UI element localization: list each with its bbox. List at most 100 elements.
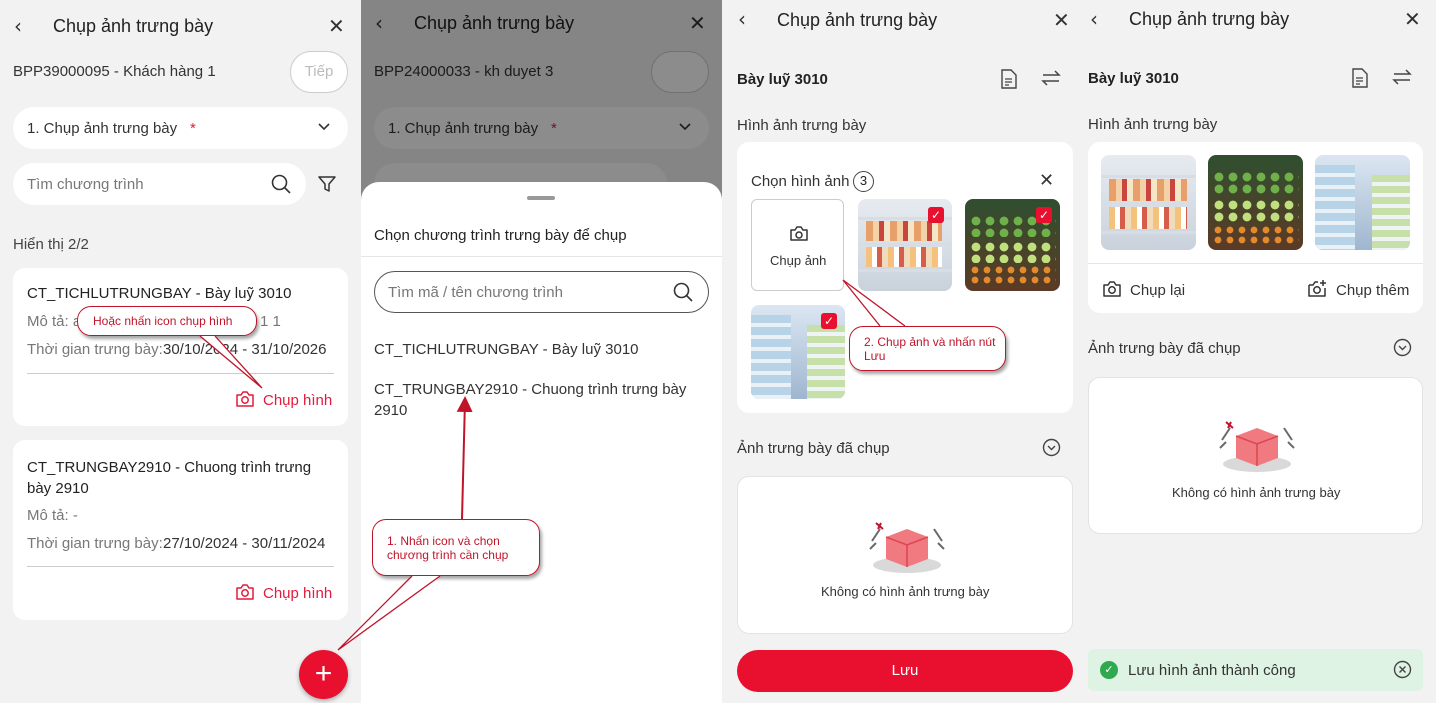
program-card[interactable]: CT_TICHLUTRUNGBAY - Bày luỹ 3010 Mô tả: …	[13, 268, 348, 426]
annotation-text: Hoặc nhấn icon chụp hình	[93, 314, 233, 328]
empty-box-icon	[869, 522, 945, 573]
next-button[interactable]: Tiếp	[290, 51, 348, 93]
annotation-bubble: 2. Chụp ảnh và nhấn nút Lưu	[849, 326, 1006, 371]
program-option[interactable]: CT_TRUNGBAY2910 - Chuong trình trưng bày…	[374, 379, 694, 421]
annotation-bubble: 1. Nhấn icon và chọn chương trình cần ch…	[372, 519, 540, 576]
screen-save-success: ‹ Chụp ảnh trưng bày ✕ Bày luỹ 3010 Hình…	[1074, 0, 1436, 703]
divider	[27, 566, 334, 567]
program-search-placeholder: Tìm mã / tên chương trình	[388, 284, 563, 301]
program-description: Mô tả: a	[27, 313, 82, 330]
screen-capture-photos: ‹ Chụp ảnh trưng bày ✕ Bày luỹ 3010 Hình…	[722, 0, 1084, 703]
screen-choose-program: ‹ Chụp ảnh trưng bày ✕ BPP24000033 - kh …	[361, 0, 722, 703]
close-icon[interactable]: ✕	[328, 14, 345, 38]
take-more-button[interactable]: Chụp thêm	[1336, 282, 1409, 299]
program-name: Bày luỹ 3010	[1088, 70, 1179, 87]
photo-thumbnail[interactable]: ✓	[858, 199, 952, 291]
search-placeholder: Tìm chương trình	[27, 176, 144, 193]
photo-picker-card: Chọn hình ảnh 3 ✕ Chụp ảnh ✓ ✓ ✓	[737, 142, 1073, 413]
add-icon: +	[314, 657, 333, 690]
camera-button-label: Chụp ảnh	[770, 253, 827, 268]
step-select-value: 1. Chụp ảnh trưng bày	[27, 120, 178, 137]
add-fab-button[interactable]: +	[299, 650, 348, 699]
save-button-label: Lưu	[891, 662, 919, 679]
program-time-label: Thời gian trưng bày:	[27, 341, 163, 358]
search-input[interactable]: Tìm chương trình	[13, 163, 306, 205]
document-icon[interactable]	[1000, 69, 1018, 89]
page-title: Chụp ảnh trưng bày	[1129, 9, 1290, 29]
camera-button[interactable]: Chụp ảnh	[751, 199, 844, 291]
close-icon[interactable]: ✕	[1404, 7, 1421, 31]
checkbox-checked-icon[interactable]: ✓	[1036, 207, 1052, 223]
checkbox-checked-icon[interactable]: ✓	[928, 207, 944, 223]
photo-thumbnail[interactable]: ✓	[751, 305, 845, 399]
chevron-down-icon	[318, 123, 330, 131]
search-icon[interactable]	[271, 174, 291, 194]
camera-icon	[790, 226, 808, 241]
empty-box-icon	[1219, 421, 1295, 472]
empty-state-text: Không có hình ảnh trưng bày	[821, 584, 990, 599]
next-button-label: Tiếp	[304, 63, 334, 80]
program-search-input[interactable]: Tìm mã / tên chương trình	[374, 271, 709, 313]
close-circle-icon[interactable]	[1393, 660, 1412, 679]
retake-button[interactable]: Chụp lại	[1130, 282, 1185, 299]
back-icon[interactable]: ‹	[1090, 7, 1098, 31]
program-card[interactable]: CT_TRUNGBAY2910 - Chuong trình trưng bày…	[13, 440, 348, 620]
capture-action[interactable]: Chụp hình	[263, 392, 332, 409]
saved-photos-card: Chụp lại Chụp thêm	[1088, 142, 1423, 313]
page-title: Chụp ảnh trưng bày	[777, 10, 938, 30]
filter-icon[interactable]	[318, 175, 336, 193]
photo-thumbnail[interactable]: ✓	[965, 199, 1060, 291]
step-select[interactable]: 1. Chụp ảnh trưng bày *	[13, 107, 348, 149]
close-icon[interactable]: ✕	[1053, 8, 1070, 32]
success-toast: ✓ Lưu hình ảnh thành công	[1088, 649, 1423, 691]
section-title: Hình ảnh trưng bày	[737, 117, 867, 134]
program-picker-sheet: Chọn chương trình trưng bày để chụp Tìm …	[361, 182, 722, 703]
success-check-icon: ✓	[1100, 661, 1118, 679]
swap-icon[interactable]	[1392, 69, 1412, 85]
document-icon[interactable]	[1351, 68, 1369, 88]
empty-state-card: Không có hình ảnh trưng bày	[737, 476, 1073, 634]
back-icon[interactable]: ‹	[14, 14, 22, 38]
program-name: Bày luỹ 3010	[737, 71, 828, 88]
required-mark: *	[190, 120, 196, 137]
annotation-bubble: Hoặc nhấn icon chụp hình	[77, 306, 257, 336]
captured-section-title: Ảnh trưng bày đã chụp	[1088, 340, 1241, 357]
program-time-value: 30/10/2024 - 31/10/2026	[163, 341, 327, 358]
capture-action[interactable]: Chụp hình	[263, 585, 332, 602]
toast-message: Lưu hình ảnh thành công	[1128, 662, 1296, 679]
empty-state-card: Không có hình ảnh trưng bày	[1088, 377, 1423, 534]
checkbox-checked-icon[interactable]: ✓	[821, 313, 837, 329]
divider	[27, 373, 334, 374]
photo-thumbnail[interactable]	[1101, 155, 1196, 250]
program-description: Mô tả: -	[27, 507, 78, 524]
program-time-value: 27/10/2024 - 30/11/2024	[163, 535, 326, 552]
program-title: CT_TRUNGBAY2910 - Chuong trình trưng bày…	[27, 459, 312, 497]
program-title: CT_TICHLUTRUNGBAY - Bày luỹ 3010	[27, 285, 292, 302]
search-icon[interactable]	[673, 282, 693, 302]
camera-icon[interactable]	[235, 390, 255, 408]
back-icon[interactable]: ‹	[738, 7, 746, 31]
divider	[1088, 263, 1423, 264]
chevron-circle-down-icon[interactable]	[1393, 338, 1412, 357]
pick-label: Chọn hình ảnh	[751, 173, 850, 190]
count-label: Hiển thị 2/2	[13, 236, 89, 253]
swap-icon[interactable]	[1041, 70, 1061, 86]
program-description-tail: 1 1	[260, 313, 281, 330]
photo-thumbnail[interactable]	[1208, 155, 1303, 250]
sheet-title: Chọn chương trình trưng bày để chụp	[374, 227, 627, 244]
chevron-circle-down-icon[interactable]	[1042, 438, 1061, 457]
annotation-text: 2. Chụp ảnh và nhấn nút Lưu	[864, 335, 996, 363]
pick-count: 3	[859, 173, 868, 188]
camera-icon[interactable]	[235, 583, 255, 601]
save-button[interactable]: Lưu	[737, 650, 1073, 692]
drag-handle[interactable]	[527, 196, 555, 200]
pick-count-badge: 3	[853, 171, 874, 192]
photo-thumbnail[interactable]	[1315, 155, 1410, 250]
empty-state-text: Không có hình ảnh trưng bày	[1172, 485, 1341, 500]
program-option[interactable]: CT_TICHLUTRUNGBAY - Bày luỹ 3010	[374, 341, 639, 358]
camera-retake-icon[interactable]	[1102, 280, 1122, 298]
close-icon[interactable]: ✕	[1039, 170, 1054, 191]
camera-add-icon[interactable]	[1307, 279, 1327, 298]
captured-section-title: Ảnh trưng bày đã chụp	[737, 440, 890, 457]
page-title: Chụp ảnh trưng bày	[53, 16, 214, 36]
